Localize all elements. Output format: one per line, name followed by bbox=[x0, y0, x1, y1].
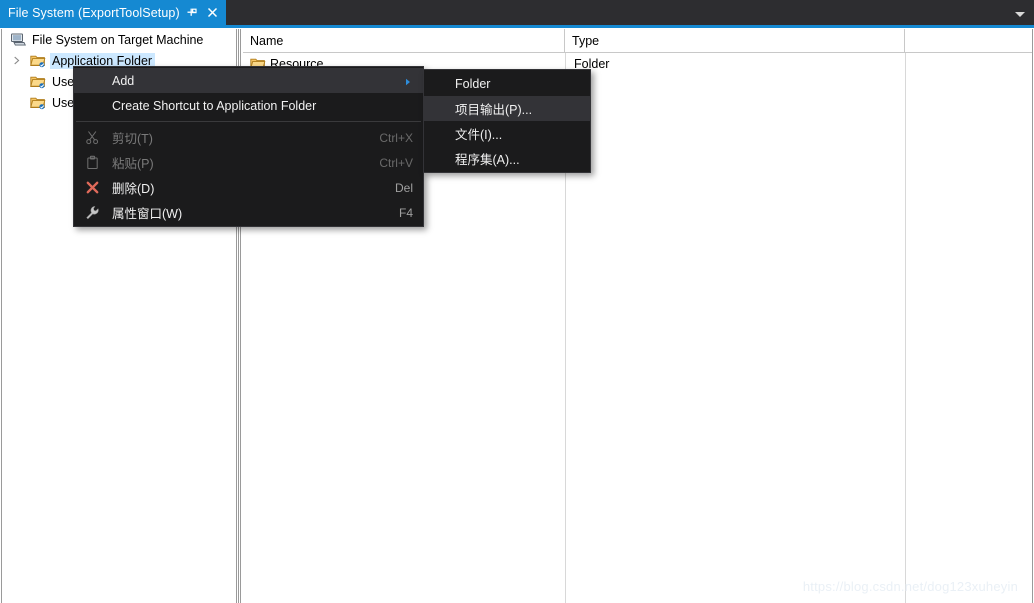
delete-x-icon bbox=[82, 180, 102, 196]
submenu-item-label: 项目输出(P)... bbox=[455, 99, 532, 118]
grid-line-type-blank bbox=[905, 53, 906, 603]
menu-item-properties-window[interactable]: 属性窗口(W) F4 bbox=[74, 200, 423, 225]
menu-item-label: Create Shortcut to Application Folder bbox=[112, 99, 316, 113]
menu-item-icon-placeholder bbox=[82, 73, 102, 89]
clipboard-icon bbox=[82, 155, 102, 171]
menu-item-add[interactable]: Add bbox=[74, 68, 423, 93]
menu-separator bbox=[76, 121, 421, 122]
menu-item-shortcut: Ctrl+X bbox=[353, 131, 413, 145]
pin-icon[interactable] bbox=[185, 6, 198, 19]
context-menu[interactable]: Add Create Shortcut to Application Folde… bbox=[73, 66, 424, 227]
close-icon[interactable] bbox=[206, 6, 219, 19]
submenu-item-label: 程序集(A)... bbox=[455, 149, 520, 168]
column-header-blank[interactable] bbox=[905, 29, 1032, 52]
tab-title: File System (ExportToolSetup) bbox=[8, 6, 180, 20]
tab-file-system[interactable]: File System (ExportToolSetup) bbox=[0, 0, 226, 25]
menu-item-label: 属性窗口(W) bbox=[112, 203, 182, 222]
chevron-right-icon[interactable] bbox=[10, 54, 23, 67]
column-header-label: Name bbox=[250, 34, 283, 48]
menu-item-label: 删除(D) bbox=[112, 178, 154, 197]
chevron-down-icon[interactable] bbox=[1014, 8, 1026, 18]
menu-item-label: 粘贴(P) bbox=[112, 153, 154, 172]
menu-item-delete[interactable]: 删除(D) Del bbox=[74, 175, 423, 200]
folder-shortcut-icon bbox=[30, 74, 46, 89]
menu-item-cut[interactable]: 剪切(T) Ctrl+X bbox=[74, 125, 423, 150]
scissors-icon bbox=[82, 130, 102, 146]
list-column-headers: Name Type bbox=[243, 29, 1032, 53]
menu-item-shortcut: Del bbox=[369, 181, 413, 195]
menu-item-label: 剪切(T) bbox=[112, 128, 153, 147]
computer-icon bbox=[10, 32, 26, 47]
tree-item-label: File System on Target Machine bbox=[30, 32, 206, 48]
submenu-arrow-icon bbox=[403, 76, 413, 86]
wrench-icon bbox=[82, 205, 102, 221]
menu-item-create-shortcut[interactable]: Create Shortcut to Application Folder bbox=[74, 93, 423, 118]
folder-shortcut-icon bbox=[30, 53, 46, 68]
menu-item-label: Add bbox=[112, 74, 134, 88]
column-header-label: Type bbox=[572, 34, 599, 48]
menu-item-paste[interactable]: 粘贴(P) Ctrl+V bbox=[74, 150, 423, 175]
menu-item-shortcut: Ctrl+V bbox=[353, 156, 413, 170]
submenu-item-assembly[interactable]: 程序集(A)... bbox=[424, 146, 590, 171]
folder-shortcut-icon bbox=[30, 95, 46, 110]
menu-item-shortcut: F4 bbox=[373, 206, 413, 220]
submenu-item-file[interactable]: 文件(I)... bbox=[424, 121, 590, 146]
tree-item-target-machine[interactable]: File System on Target Machine bbox=[2, 29, 236, 50]
cell-type: Folder bbox=[565, 53, 905, 74]
submenu-item-label: Folder bbox=[455, 77, 490, 91]
submenu-item-project-output[interactable]: 项目输出(P)... bbox=[424, 96, 590, 121]
submenu-item-label: 文件(I)... bbox=[455, 124, 502, 143]
column-header-type[interactable]: Type bbox=[565, 29, 905, 52]
add-submenu[interactable]: Folder 项目输出(P)... 文件(I)... 程序集(A)... bbox=[423, 69, 591, 173]
toolwindow-tabstrip: File System (ExportToolSetup) bbox=[0, 0, 1034, 25]
watermark: https://blog.csdn.net/dog123xuheyin bbox=[803, 579, 1018, 594]
column-header-name[interactable]: Name bbox=[243, 29, 565, 52]
submenu-item-folder[interactable]: Folder bbox=[424, 71, 590, 96]
menu-item-icon-placeholder bbox=[82, 98, 102, 114]
